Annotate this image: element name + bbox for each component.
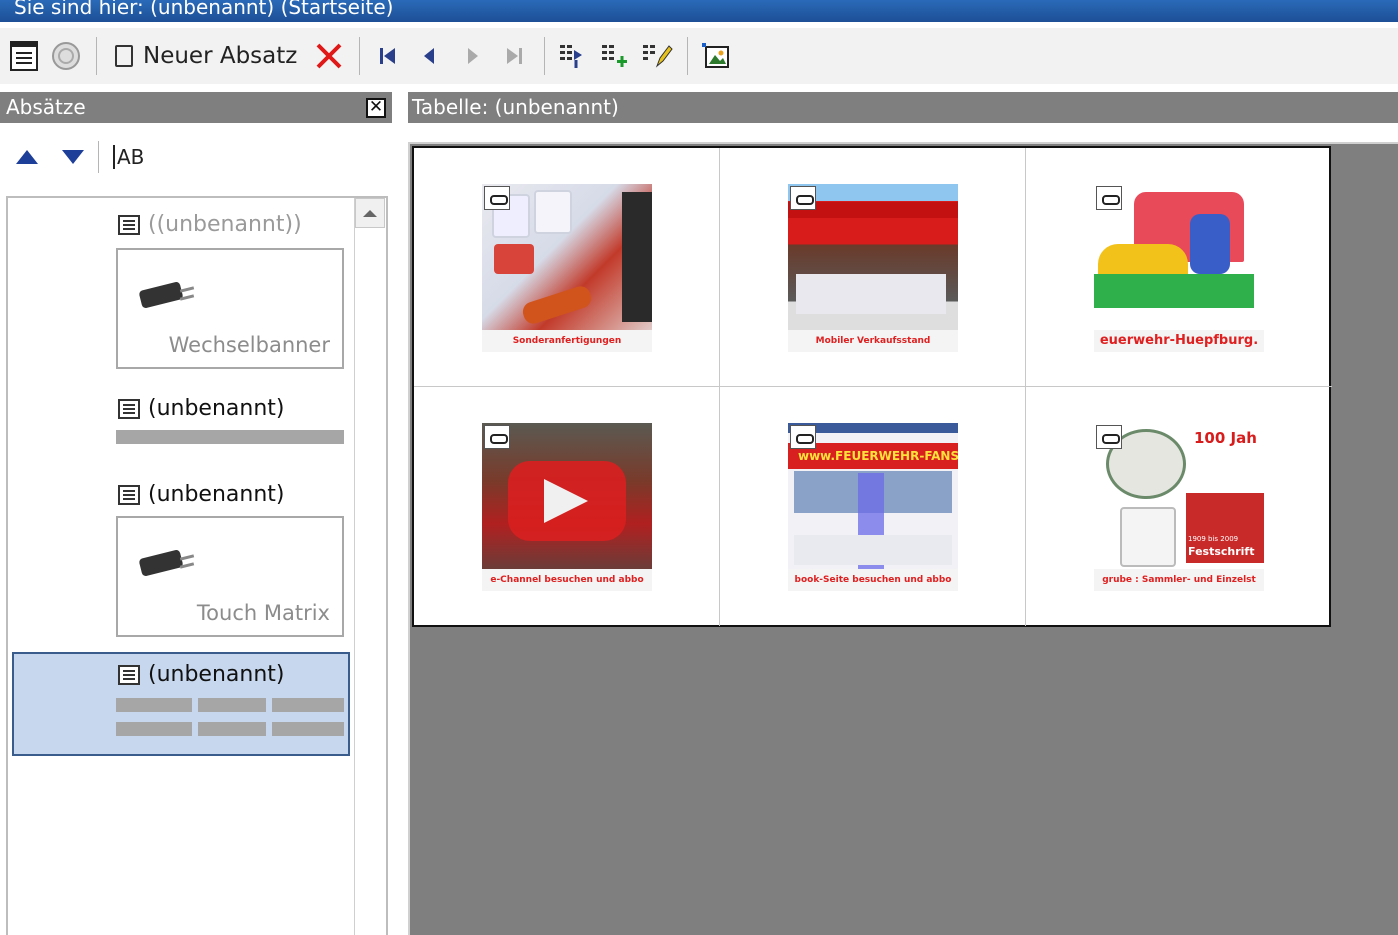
new-paragraph-label: Neuer Absatz (143, 43, 298, 69)
breadcrumb-title-bar: Sie sind hier: (unbenannt) (Startseite) (0, 0, 1398, 22)
next-record-icon[interactable] (454, 36, 490, 76)
new-paragraph-icon (115, 45, 133, 67)
link-icon (790, 186, 816, 210)
previous-record-icon[interactable] (412, 36, 448, 76)
paragraph-item[interactable]: ((unbenannt)) Wechselbanner (8, 198, 356, 378)
link-icon (790, 425, 816, 449)
paragraph-title: (unbenannt) (118, 396, 285, 421)
toolbar-separator (96, 37, 97, 75)
delete-icon[interactable] (311, 36, 347, 76)
toolbar-separator (359, 37, 361, 75)
plugin-paragraph-icon (118, 484, 140, 505)
content-table[interactable]: Sonderanfertigungen Mobiler Verkaufsstan… (412, 146, 1332, 627)
cell-image-facebook[interactable]: www.FEUERWEHR-FANSH book-Seite besuchen … (788, 423, 958, 591)
cell-image-merchandise[interactable]: Sonderanfertigungen (482, 184, 652, 352)
plugin-label: Wechselbanner (168, 333, 330, 357)
cell-caption: Mobiler Verkaufsstand (788, 330, 958, 352)
link-icon (484, 425, 510, 449)
cell-image-bouncy-castle[interactable]: euerwehr-Huepfburg. (1094, 184, 1264, 352)
web-preview-icon[interactable] (48, 36, 84, 76)
festschrift-subtitle: Festschrift (1188, 545, 1255, 558)
table-cell[interactable]: Sonderanfertigungen (414, 148, 720, 387)
table-cell[interactable]: euerwehr-Huepfburg. (1026, 148, 1332, 387)
move-up-icon[interactable] (12, 142, 42, 172)
plugin-label: Touch Matrix (196, 601, 330, 625)
cell-caption: book-Seite besuchen und abbo (788, 569, 958, 591)
main-toolbar: Neuer Absatz (0, 28, 1398, 84)
paragraphs-panel-title: Absätze (6, 95, 86, 119)
close-icon[interactable]: ✕ (366, 98, 386, 118)
paragraph-title: (unbenannt) (118, 662, 285, 687)
text-preview-bar (116, 430, 344, 444)
cell-caption: euerwehr-Huepfburg. (1094, 330, 1264, 352)
paragraph-title: ((unbenannt)) (118, 212, 302, 237)
plugin-icon (132, 278, 196, 312)
festschrift-title: 100 Jah (1194, 429, 1257, 447)
paragraph-tools: AB (0, 130, 392, 184)
table-preview-cell (116, 698, 192, 712)
table-panel-header: Tabelle: (unbenannt) (408, 92, 1398, 123)
paragraph-title-text: (unbenannt) (148, 662, 285, 687)
table-cell[interactable]: www.FEUERWEHR-FANSH book-Seite besuchen … (720, 387, 1026, 626)
cell-image-festschrift[interactable]: 100 Jah 1909 bis 2009 Festschrift grube … (1094, 423, 1264, 591)
paragraphs-panel-header: Absätze ✕ (0, 92, 392, 123)
paragraph-item[interactable]: (unbenannt) Touch Matrix (8, 470, 356, 640)
paragraph-item-selected[interactable]: (unbenannt) (12, 652, 350, 756)
table-cell[interactable]: Mobiler Verkaufsstand (720, 148, 1026, 387)
paragraph-title-text: (unbenannt) (148, 482, 285, 507)
cell-caption: Sonderanfertigungen (482, 330, 652, 352)
toolbar-separator (687, 37, 689, 75)
paragraph-title-text: ((unbenannt)) (148, 212, 302, 237)
edit-table-icon[interactable] (639, 36, 675, 76)
table-preview-cell (198, 698, 266, 712)
table-preview-cell (116, 722, 192, 736)
toolbar-separator (544, 37, 546, 75)
text-paragraph-icon (118, 398, 140, 419)
toolbar-separator (98, 141, 99, 173)
link-icon (484, 186, 510, 210)
plugin-paragraph-icon (118, 214, 140, 235)
table-paragraph-icon (118, 664, 140, 685)
rename-icon[interactable]: AB (113, 145, 144, 169)
table-panel-title: Tabelle: (unbenannt) (412, 95, 619, 119)
scroll-up-button[interactable] (355, 198, 385, 228)
move-down-icon[interactable] (58, 142, 88, 172)
cell-caption: grube : Sammler- und Einzelst (1094, 569, 1264, 591)
plugin-icon (132, 546, 196, 580)
paragraph-item[interactable]: (unbenannt) (8, 384, 356, 464)
table-cell[interactable]: e-Channel besuchen und abbo (414, 387, 720, 626)
new-paragraph-button[interactable]: Neuer Absatz (107, 36, 305, 76)
insert-row-icon[interactable] (555, 36, 591, 76)
first-record-icon[interactable] (370, 36, 406, 76)
add-row-icon[interactable] (597, 36, 633, 76)
cell-image-youtube[interactable]: e-Channel besuchen und abbo (482, 423, 652, 591)
link-icon (1096, 425, 1122, 449)
cell-image-sales-stand[interactable]: Mobiler Verkaufsstand (788, 184, 958, 352)
table-preview-cell (272, 722, 344, 736)
vertical-scrollbar[interactable] (354, 198, 386, 935)
last-record-icon[interactable] (496, 36, 532, 76)
paragraph-title-text: (unbenannt) (148, 396, 285, 421)
plugin-preview: Wechselbanner (116, 248, 344, 369)
link-icon (1096, 186, 1122, 210)
paragraph-list[interactable]: ((unbenannt)) Wechselbanner (unbenannt) … (6, 196, 388, 935)
cell-caption: e-Channel besuchen und abbo (482, 569, 652, 591)
insert-image-icon[interactable] (698, 36, 734, 76)
plugin-preview: Touch Matrix (116, 516, 344, 637)
table-preview-cell (272, 698, 344, 712)
table-preview-cell (198, 722, 266, 736)
breadcrumb-text: Sie sind hier: (unbenannt) (Startseite) (14, 0, 394, 19)
table-cell[interactable]: 100 Jah 1909 bis 2009 Festschrift grube … (1026, 387, 1332, 626)
page-view-icon[interactable] (6, 36, 42, 76)
paragraph-title: (unbenannt) (118, 482, 285, 507)
